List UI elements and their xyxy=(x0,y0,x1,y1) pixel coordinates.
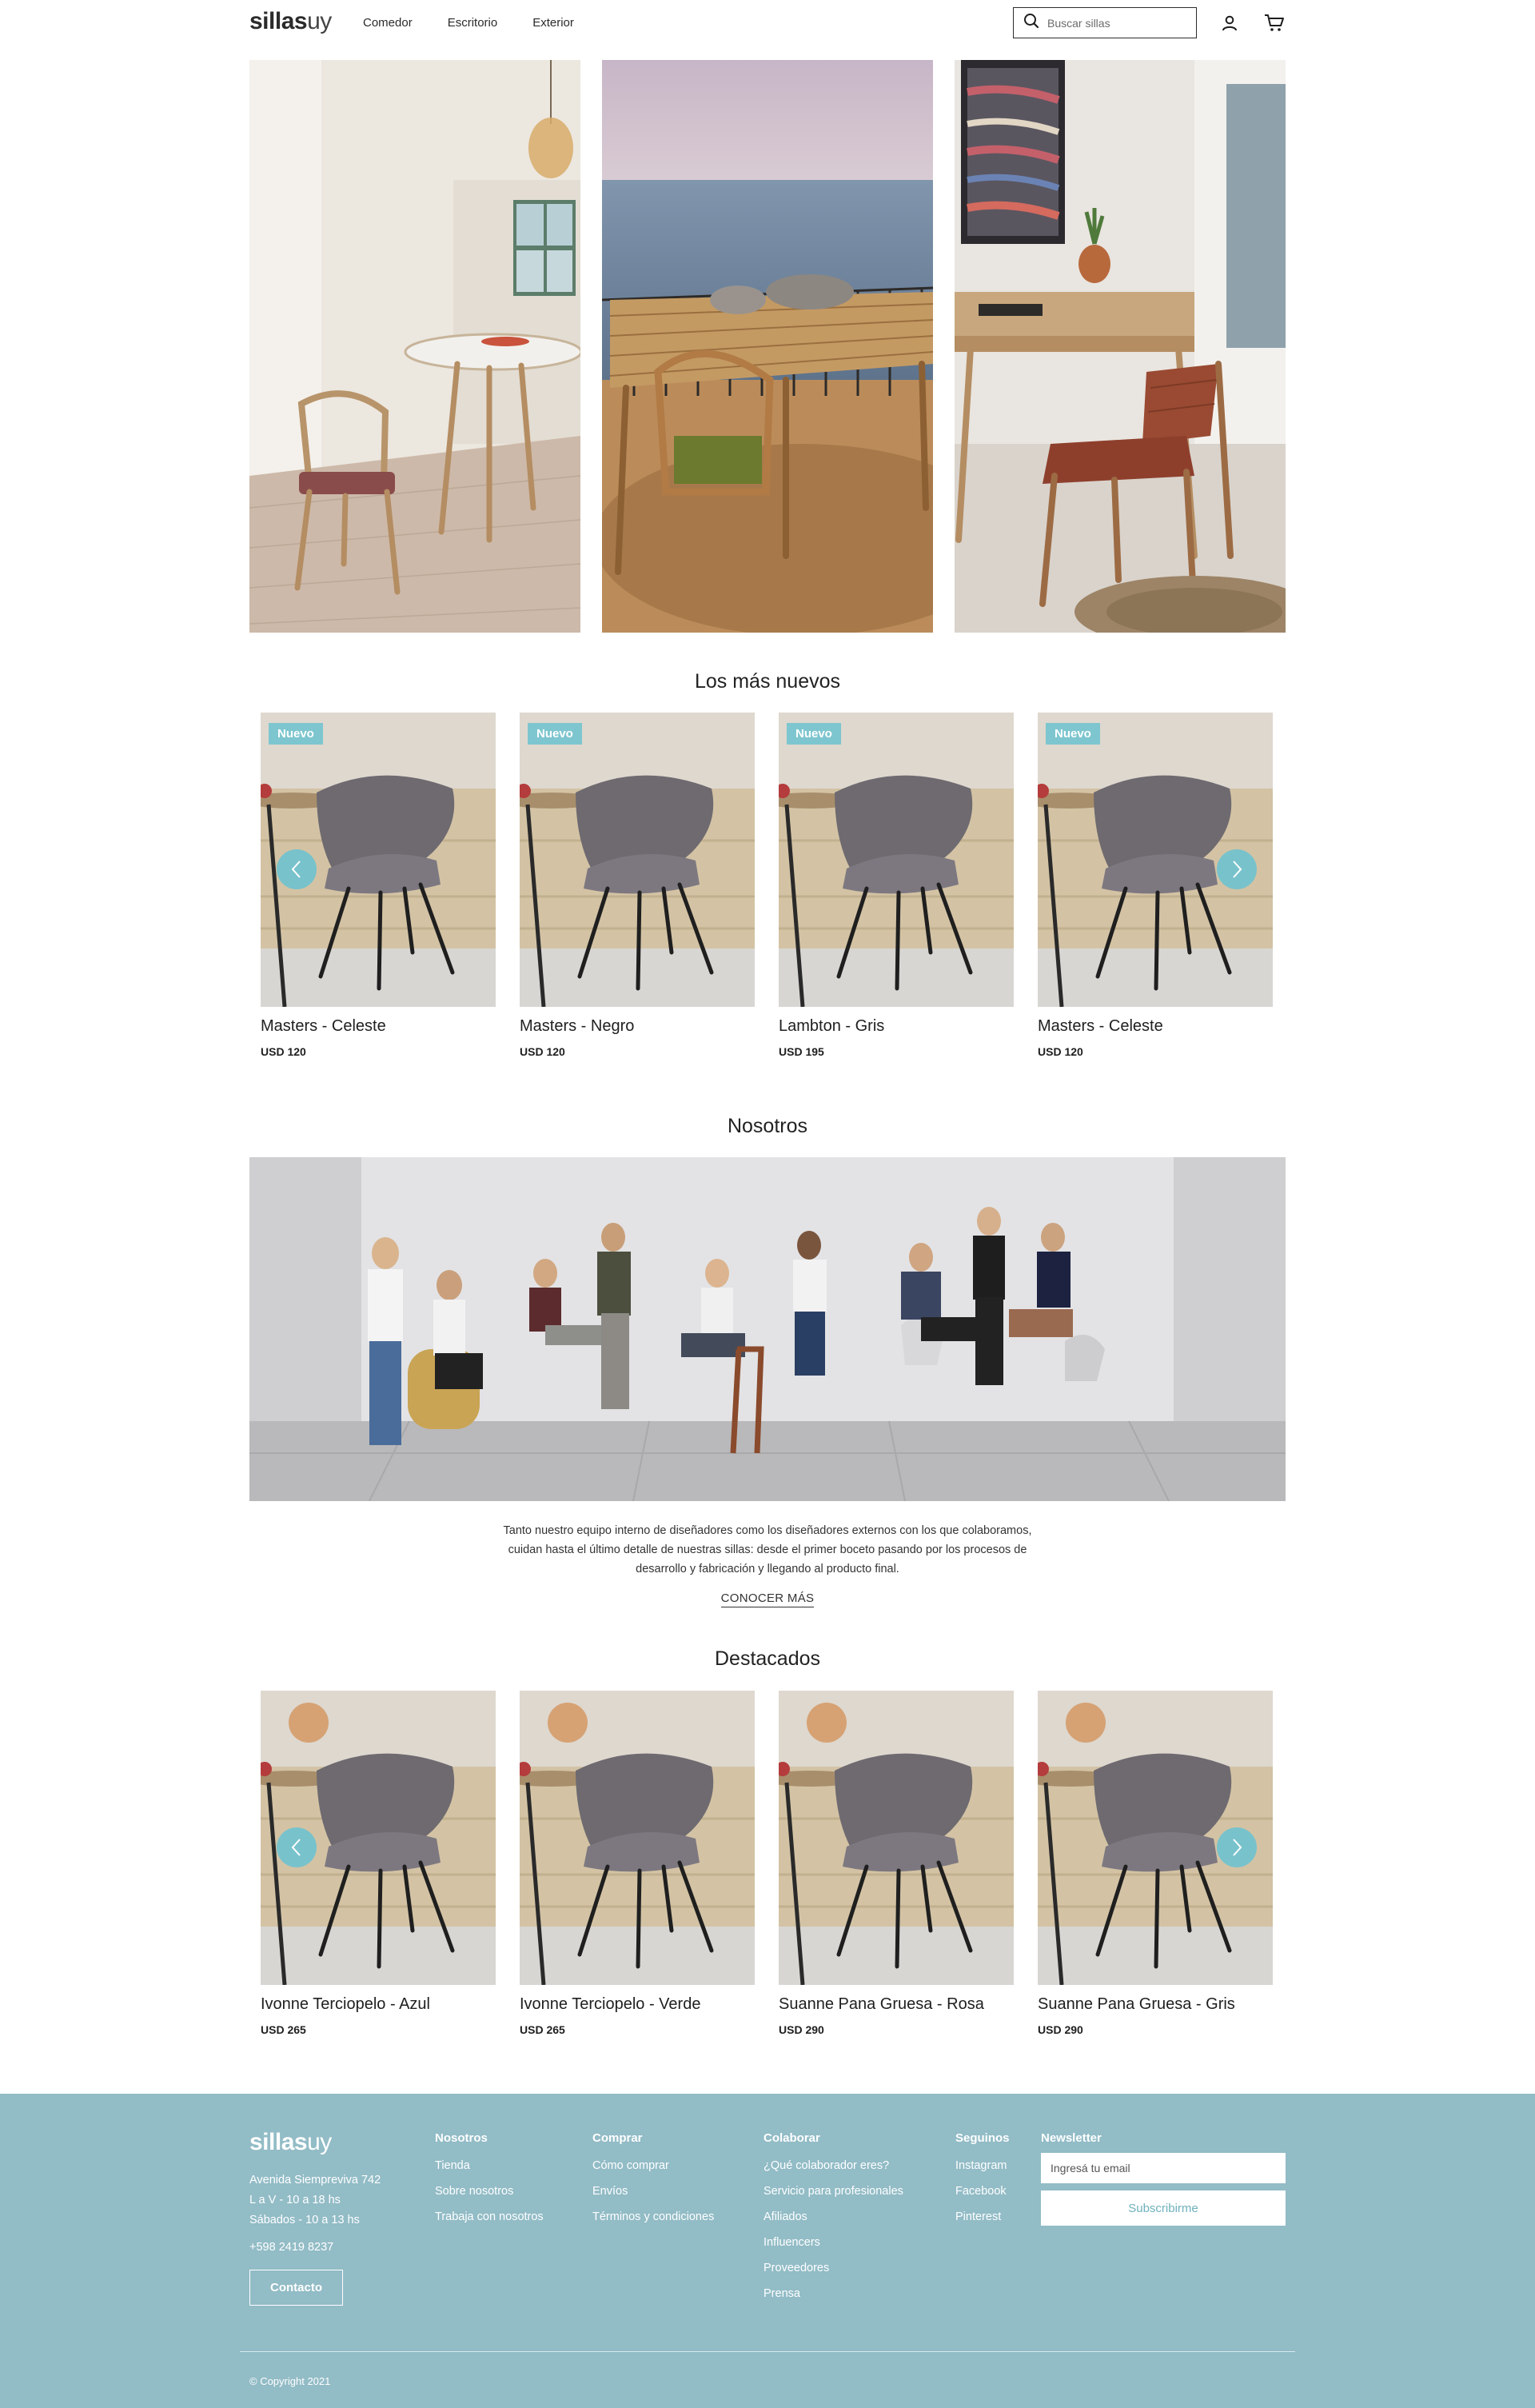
footer-col-colaborar: Colaborar ¿Qué colaborador eres? Servici… xyxy=(764,2131,903,2306)
hero-gallery xyxy=(249,60,1286,633)
footer-link[interactable]: Servicio para profesionales xyxy=(764,2178,903,2204)
about-text: Tanto nuestro equipo interno de diseñado… xyxy=(503,1524,1032,1575)
product-name[interactable]: Ivonne Terciopelo - Azul xyxy=(261,1995,496,2014)
newsletter-email-input[interactable] xyxy=(1041,2153,1286,2183)
about-link-wrap: CONOCER MÁS xyxy=(0,1591,1535,1607)
footer-link[interactable]: Afiliados xyxy=(764,2204,903,2230)
product-card[interactable]: Nuevo Lambton - Gris USD 195 xyxy=(779,713,1014,1058)
footer-phone[interactable]: +598 2419 8237 xyxy=(249,2241,333,2254)
copyright: © Copyright 2021 xyxy=(249,2375,331,2387)
newest-carousel: Nuevo Masters - Celeste USD 120 Nuevo Ma… xyxy=(261,713,1274,1058)
product-image[interactable] xyxy=(779,1691,1014,1985)
product-price: USD 290 xyxy=(1038,2023,1083,2036)
footer-col-nosotros: Nosotros Tienda Sobre nosotros Trabaja c… xyxy=(435,2131,544,2230)
newest-title: Los más nuevos xyxy=(694,670,841,693)
chevron-left-icon xyxy=(291,861,301,878)
footer-link[interactable]: Cómo comprar xyxy=(592,2153,714,2178)
product-card[interactable]: Suanne Pana Gruesa - Rosa USD 290 xyxy=(779,1691,1014,2036)
featured-carousel: Ivonne Terciopelo - Azul USD 265 Ivonne … xyxy=(261,1691,1274,2036)
new-badge: Nuevo xyxy=(269,723,323,745)
product-name[interactable]: Suanne Pana Gruesa - Rosa xyxy=(779,1995,1014,2014)
product-price: USD 195 xyxy=(779,1045,824,1058)
carousel-next-button[interactable] xyxy=(1217,1827,1257,1867)
product-price: USD 120 xyxy=(261,1045,306,1058)
footer-link[interactable]: Prensa xyxy=(764,2281,903,2306)
chevron-left-icon xyxy=(291,1839,301,1856)
cart-icon[interactable] xyxy=(1263,12,1286,34)
footer-col-newsletter: Newsletter xyxy=(1041,2131,1102,2145)
new-badge: Nuevo xyxy=(1046,723,1100,745)
product-price: USD 265 xyxy=(261,2023,306,2036)
footer-link[interactable]: Envíos xyxy=(592,2178,714,2204)
footer-link[interactable]: Términos y condiciones xyxy=(592,2204,714,2230)
footer-col-seguinos: Seguinos Instagram Facebook Pinterest xyxy=(955,2131,1010,2230)
product-card[interactable]: Nuevo Masters - Negro USD 120 xyxy=(520,713,755,1058)
nav-comedor[interactable]: Comedor xyxy=(363,16,413,30)
footer-link[interactable]: Tienda xyxy=(435,2153,544,2178)
footer-link[interactable]: ¿Qué colaborador eres? xyxy=(764,2153,903,2178)
footer-link[interactable]: Proveedores xyxy=(764,2255,903,2281)
contact-button[interactable]: Contacto xyxy=(249,2270,343,2306)
product-name[interactable]: Lambton - Gris xyxy=(779,1017,1014,1036)
site-footer: sillasuy Avenida Siempreviva 742 L a V -… xyxy=(0,2094,1535,2408)
team-photo xyxy=(249,1157,1286,1501)
carousel-prev-button[interactable] xyxy=(277,849,317,889)
footer-link-instagram[interactable]: Instagram xyxy=(955,2153,1010,2178)
product-card[interactable]: Ivonne Terciopelo - Verde USD 265 xyxy=(520,1691,755,2036)
nav-exterior[interactable]: Exterior xyxy=(532,16,574,30)
conocer-mas-link[interactable]: CONOCER MÁS xyxy=(720,1591,815,1607)
product-name[interactable]: Masters - Celeste xyxy=(1038,1017,1273,1036)
footer-link[interactable]: Trabaja con nosotros xyxy=(435,2204,544,2230)
footer-link-pinterest[interactable]: Pinterest xyxy=(955,2204,1010,2230)
user-icon[interactable] xyxy=(1218,12,1241,34)
nav-escritorio[interactable]: Escritorio xyxy=(448,16,498,30)
product-image[interactable]: Nuevo xyxy=(779,713,1014,1007)
carousel-next-button[interactable] xyxy=(1217,849,1257,889)
chevron-right-icon xyxy=(1233,861,1242,878)
search-icon[interactable] xyxy=(1023,13,1039,33)
product-price: USD 120 xyxy=(1038,1045,1083,1058)
footer-logo[interactable]: sillasuy xyxy=(249,2129,332,2156)
footer-link[interactable]: Influencers xyxy=(764,2230,903,2255)
search-box[interactable] xyxy=(1013,7,1197,38)
hero-image-terrace[interactable] xyxy=(602,60,933,633)
footer-col-comprar: Comprar Cómo comprar Envíos Términos y c… xyxy=(592,2131,714,2230)
carousel-prev-button[interactable] xyxy=(277,1827,317,1867)
product-price: USD 290 xyxy=(779,2023,824,2036)
main-nav: Comedor Escritorio Exterior xyxy=(363,16,609,30)
footer-link[interactable]: Sobre nosotros xyxy=(435,2178,544,2204)
footer-address: Avenida Siempreviva 742 L a V - 10 a 18 … xyxy=(249,2174,381,2226)
product-name[interactable]: Masters - Negro xyxy=(520,1017,755,1036)
footer-link-facebook[interactable]: Facebook xyxy=(955,2178,1010,2204)
about-title: Nosotros xyxy=(727,1115,808,1137)
site-header: sillasuy Comedor Escritorio Exterior xyxy=(0,0,1535,46)
product-image[interactable]: Nuevo xyxy=(520,713,755,1007)
site-logo[interactable]: sillasuy xyxy=(249,8,332,35)
new-badge: Nuevo xyxy=(787,723,841,745)
hero-image-desk[interactable] xyxy=(955,60,1286,633)
hero-image-dining[interactable] xyxy=(249,60,580,633)
chevron-right-icon xyxy=(1233,1839,1242,1856)
product-name[interactable]: Masters - Celeste xyxy=(261,1017,496,1036)
product-price: USD 265 xyxy=(520,2023,565,2036)
product-name[interactable]: Suanne Pana Gruesa - Gris xyxy=(1038,1995,1273,2014)
product-image[interactable] xyxy=(520,1691,755,1985)
subscribe-button[interactable]: Subscribirme xyxy=(1041,2190,1286,2226)
product-price: USD 120 xyxy=(520,1045,565,1058)
featured-title: Destacados xyxy=(714,1647,821,1670)
new-badge: Nuevo xyxy=(528,723,582,745)
product-name[interactable]: Ivonne Terciopelo - Verde xyxy=(520,1995,755,2014)
search-input[interactable] xyxy=(1047,16,1183,30)
footer-divider xyxy=(240,2351,1295,2352)
